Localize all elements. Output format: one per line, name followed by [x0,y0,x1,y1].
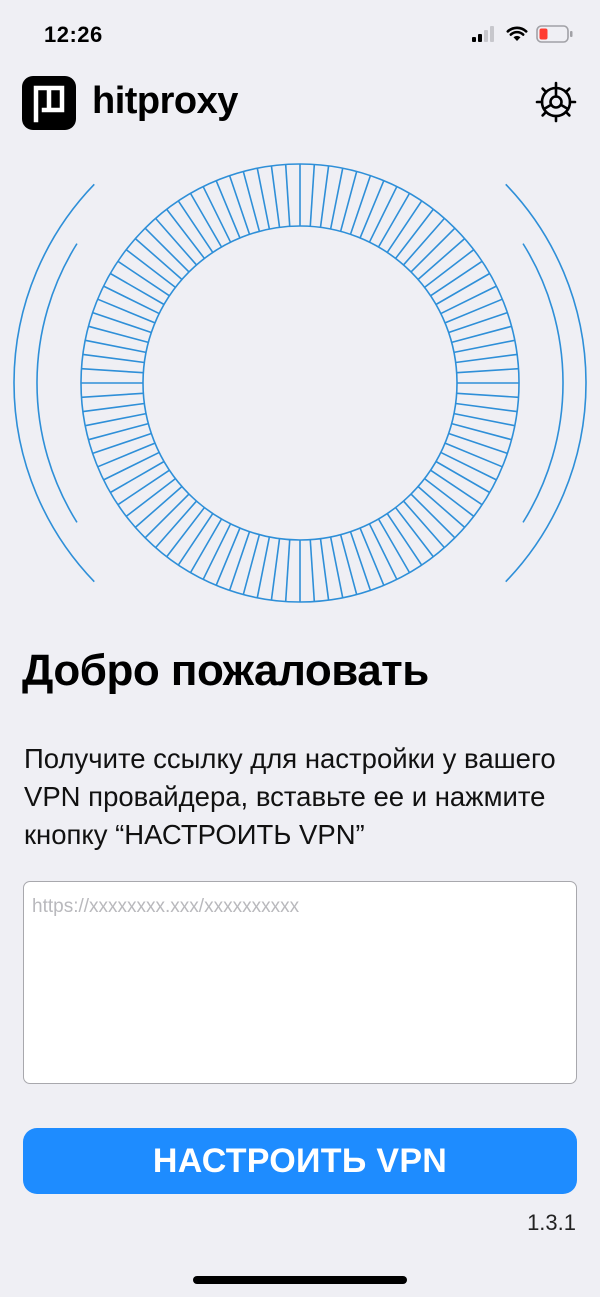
status-icons [472,25,574,43]
app-header: hitproxy [22,74,578,130]
setup-vpn-button[interactable]: НАСТРОИТЬ VPN [23,1128,577,1194]
home-indicator [193,1276,407,1284]
status-time: 12:26 [44,22,103,47]
app-version: 1.3.1 [527,1210,576,1235]
welcome-title: Добро пожаловать [22,646,429,695]
setup-link-input[interactable] [23,881,577,1084]
cellular-signal-icon [472,26,494,42]
settings-button[interactable] [534,80,578,124]
hitproxy-logo-icon [22,76,76,130]
globe-rings-icon [0,125,600,630]
status-bar: 12:26 [0,0,600,70]
instructions-text: Получите ссылку для настройки у вашего V… [24,743,556,850]
app-name: hitproxy [92,80,238,122]
wifi-icon [506,26,528,41]
gear-icon [535,81,577,123]
battery-low-icon [536,25,573,43]
